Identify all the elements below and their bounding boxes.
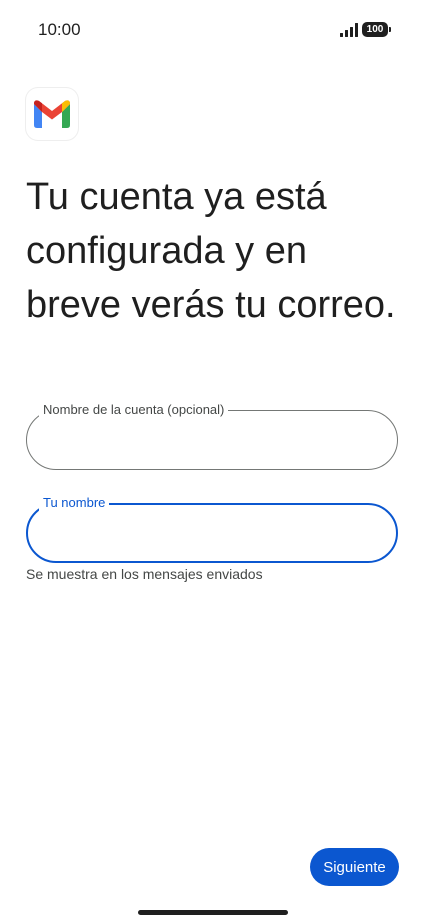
- account-name-label: Nombre de la cuenta (opcional): [39, 402, 229, 418]
- battery-icon: 100: [362, 22, 391, 37]
- your-name-field[interactable]: Tu nombre: [26, 495, 398, 563]
- gmail-logo-icon: [26, 88, 78, 140]
- next-button[interactable]: Siguiente: [310, 848, 399, 886]
- account-name-input[interactable]: [49, 429, 369, 453]
- your-name-helper-text: Se muestra en los mensajes enviados: [26, 566, 263, 582]
- account-setup-screen: 10:00 100 Tu cuenta ya está configurada …: [0, 0, 425, 923]
- home-indicator[interactable]: [138, 910, 288, 915]
- signal-icon: [340, 23, 358, 37]
- status-time: 10:00: [38, 20, 81, 39]
- your-name-input[interactable]: [49, 522, 369, 546]
- page-title: Tu cuenta ya está configurada y en breve…: [26, 176, 396, 326]
- your-name-label: Tu nombre: [39, 495, 110, 511]
- account-name-field[interactable]: Nombre de la cuenta (opcional): [26, 402, 398, 470]
- status-bar: 10:00 100: [0, 0, 425, 60]
- gmail-m-icon: [34, 100, 70, 128]
